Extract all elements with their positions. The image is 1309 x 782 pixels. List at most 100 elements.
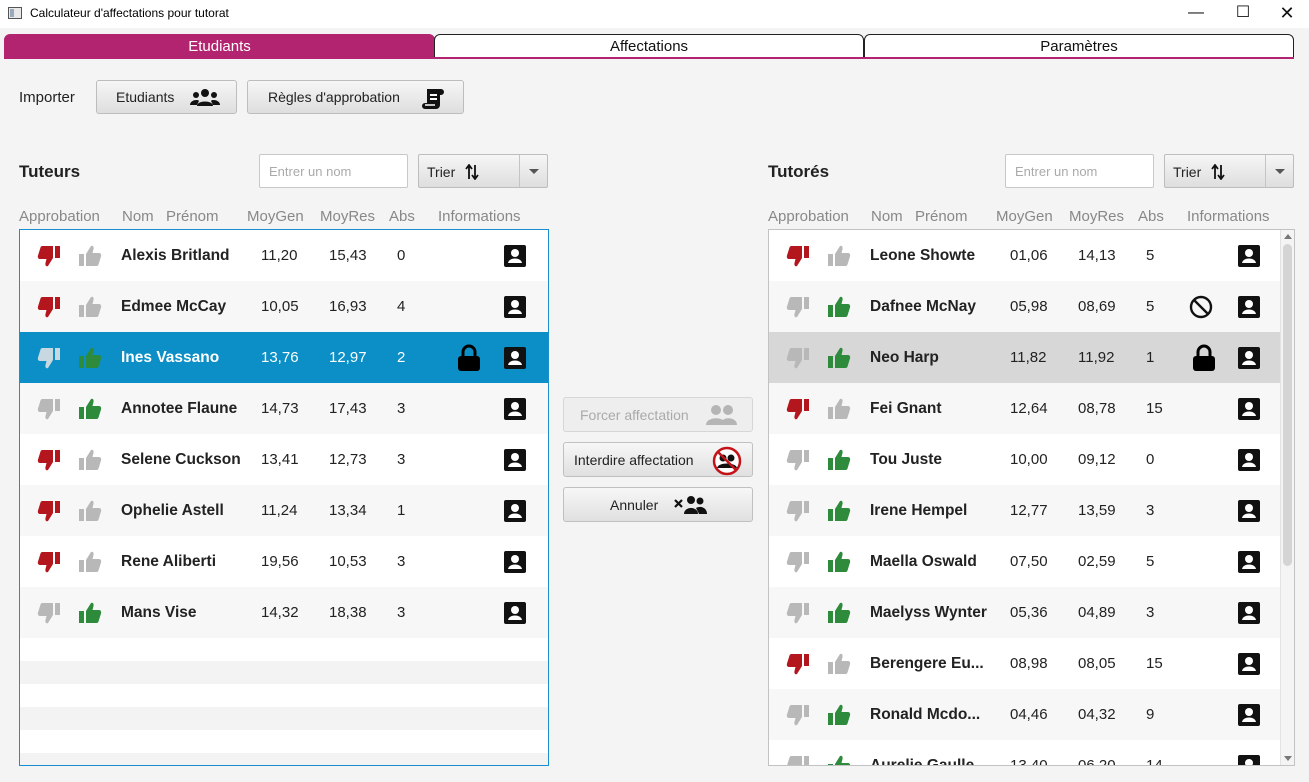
contact-card-icon[interactable] [1237,397,1261,425]
thumb-up-icon[interactable] [826,244,852,272]
tutored-col-moygen[interactable]: MoyGen [996,208,1053,225]
thumb-up-icon[interactable] [826,703,852,731]
thumb-down-icon[interactable] [36,295,62,323]
tutored-row[interactable]: Neo Harp 11,82 11,92 1 [769,332,1294,383]
contact-card-icon[interactable] [503,448,527,476]
thumb-down-icon[interactable] [36,601,62,629]
tutors-col-info[interactable]: Informations [438,208,521,225]
tutored-row[interactable]: Tou Juste 10,00 09,12 0 [769,434,1294,485]
contact-card-icon[interactable] [1237,448,1261,476]
contact-card-icon[interactable] [1237,652,1261,680]
tutors-col-moygen[interactable]: MoyGen [247,208,304,225]
maximize-button[interactable]: ☐ [1220,0,1266,28]
lock-icon[interactable] [1192,344,1216,376]
tutors-col-firstname[interactable]: Prénom [166,208,219,225]
scrollbar-thumb[interactable] [1283,244,1292,566]
lock-icon[interactable] [457,344,481,376]
thumb-down-icon[interactable] [785,703,811,731]
tutored-row[interactable]: Berengere Eu... 08,98 08,05 15 [769,638,1294,689]
tutors-list[interactable]: Alexis Britland 11,20 15,43 0 Edmee McCay 10,… [19,229,549,766]
contact-card-icon[interactable] [1237,703,1261,731]
thumb-down-icon[interactable] [36,244,62,272]
thumb-up-icon[interactable] [826,346,852,374]
tutors-col-abs[interactable]: Abs [389,208,415,225]
contact-card-icon[interactable] [503,346,527,374]
tutored-row[interactable]: Aurelie Gaulle 13,40 06,20 14 [769,740,1294,765]
thumb-up-icon[interactable] [826,295,852,323]
thumb-up-icon[interactable] [826,499,852,527]
thumb-down-icon[interactable] [785,754,811,765]
tutors-col-approval[interactable]: Approbation [19,208,100,225]
contact-card-icon[interactable] [1237,499,1261,527]
tutored-scrollbar[interactable] [1280,230,1294,765]
thumb-down-icon[interactable] [785,550,811,578]
thumb-up-icon[interactable] [77,397,103,425]
tutors-row[interactable]: Ines Vassano 13,76 12,97 2 [20,332,548,383]
tutors-row[interactable]: Mans Vise 14,32 18,38 3 [20,587,548,638]
contact-card-icon[interactable] [503,397,527,425]
thumb-down-icon[interactable] [785,499,811,527]
tab-parametres[interactable]: Paramètres [864,34,1294,58]
tutored-col-approval[interactable]: Approbation [768,208,849,225]
contact-card-icon[interactable] [1237,244,1261,272]
thumb-down-icon[interactable] [785,448,811,476]
contact-card-icon[interactable] [503,550,527,578]
thumb-up-icon[interactable] [826,397,852,425]
thumb-up-icon[interactable] [826,754,852,765]
contact-card-icon[interactable] [503,295,527,323]
thumb-down-icon[interactable] [785,346,811,374]
thumb-up-icon[interactable] [77,499,103,527]
tutors-row[interactable]: Edmee McCay 10,05 16,93 4 [20,281,548,332]
contact-card-icon[interactable] [1237,601,1261,629]
thumb-down-icon[interactable] [36,346,62,374]
thumb-up-icon[interactable] [77,448,103,476]
tutored-col-info[interactable]: Informations [1187,208,1270,225]
tutors-row[interactable]: Annotee Flaune 14,73 17,43 3 [20,383,548,434]
thumb-up-icon[interactable] [826,601,852,629]
tutored-list[interactable]: Leone Showte 01,06 14,13 5 Dafnee McNay 05,98… [768,229,1295,766]
chevron-down-icon[interactable] [529,169,539,174]
tutored-col-firstname[interactable]: Prénom [915,208,968,225]
thumb-down-icon[interactable] [785,652,811,680]
forbid-assignment-button[interactable]: Interdire affectation [563,442,753,477]
contact-card-icon[interactable] [1237,295,1261,323]
tutors-search-input[interactable] [259,154,408,188]
thumb-down-icon[interactable] [785,244,811,272]
thumb-down-icon[interactable] [36,550,62,578]
thumb-down-icon[interactable] [785,295,811,323]
tutored-row[interactable]: Dafnee McNay 05,98 08,69 5 [769,281,1294,332]
chevron-down-icon[interactable] [1275,169,1285,174]
tutored-sort-select[interactable]: Trier [1164,154,1294,188]
tab-affectations[interactable]: Affectations [434,34,864,58]
thumb-up-icon[interactable] [77,244,103,272]
thumb-up-icon[interactable] [77,550,103,578]
tab-etudiants[interactable]: Etudiants [4,34,435,58]
contact-card-icon[interactable] [503,244,527,272]
tutors-col-moyres[interactable]: MoyRes [320,208,375,225]
tutored-row[interactable]: Fei Gnant 12,64 08,78 15 [769,383,1294,434]
thumb-down-icon[interactable] [36,499,62,527]
tutored-row[interactable]: Maella Oswald 07,50 02,59 5 [769,536,1294,587]
cancel-button[interactable]: Annuler [563,487,753,522]
thumb-down-icon[interactable] [36,448,62,476]
tutors-row[interactable]: Ophelie Astell 11,24 13,34 1 [20,485,548,536]
tutored-col-name[interactable]: Nom [871,208,903,225]
contact-card-icon[interactable] [503,499,527,527]
thumb-up-icon[interactable] [826,448,852,476]
tutored-row[interactable]: Maelyss Wynter 05,36 04,89 3 [769,587,1294,638]
tutored-row[interactable]: Irene Hempel 12,77 13,59 3 [769,485,1294,536]
thumb-up-icon[interactable] [826,550,852,578]
tutors-col-name[interactable]: Nom [122,208,154,225]
force-assignment-button[interactable]: Forcer affectation [563,397,753,432]
contact-card-icon[interactable] [1237,346,1261,374]
contact-card-icon[interactable] [1237,550,1261,578]
thumb-up-icon[interactable] [826,652,852,680]
tutored-search-input[interactable] [1005,154,1154,188]
contact-card-icon[interactable] [1237,754,1261,765]
thumb-up-icon[interactable] [77,601,103,629]
minimize-button[interactable]: — [1173,0,1219,28]
tutored-row[interactable]: Leone Showte 01,06 14,13 5 [769,230,1294,281]
scroll-down-icon[interactable] [1284,756,1292,761]
import-students-button[interactable]: Etudiants [96,80,237,114]
tutors-row[interactable]: Alexis Britland 11,20 15,43 0 [20,230,548,281]
